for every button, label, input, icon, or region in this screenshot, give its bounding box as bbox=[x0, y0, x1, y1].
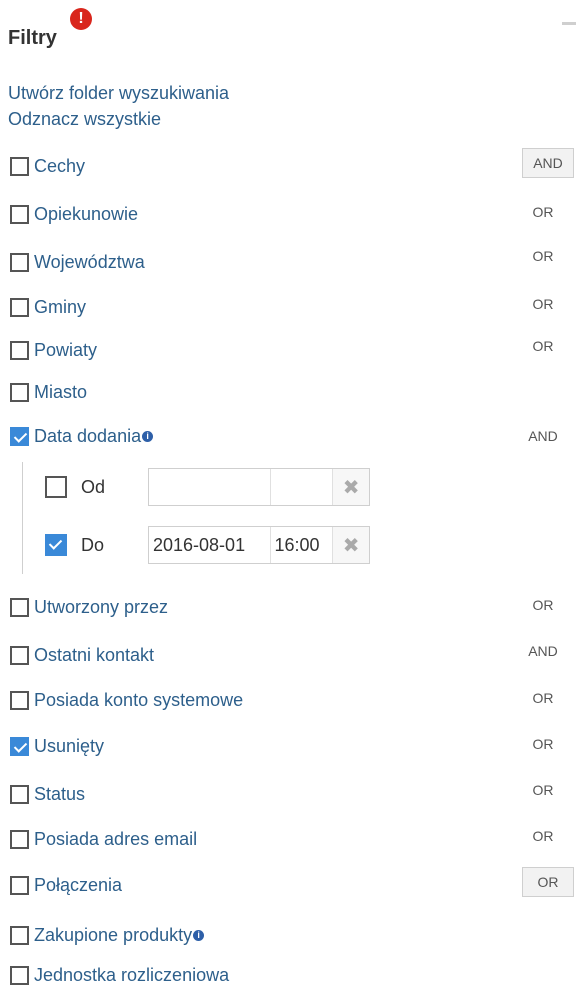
clear-icon[interactable]: ✖ bbox=[333, 469, 369, 505]
checkbox[interactable] bbox=[10, 382, 29, 402]
collapse-icon[interactable] bbox=[562, 22, 576, 25]
checkbox-checked[interactable] bbox=[45, 534, 67, 556]
filter-row-posiada-email[interactable]: Posiada adres email bbox=[10, 824, 197, 854]
checkbox[interactable] bbox=[10, 690, 29, 710]
filter-row-powiaty[interactable]: Powiaty bbox=[10, 335, 97, 365]
checkbox[interactable] bbox=[10, 340, 29, 360]
operator-label[interactable]: AND bbox=[520, 643, 566, 659]
checkbox[interactable] bbox=[10, 156, 29, 176]
filter-row-utworzony-przez[interactable]: Utworzony przez bbox=[10, 592, 168, 622]
time-from-input[interactable] bbox=[271, 469, 334, 505]
filter-label: Jednostka rozliczeniowa bbox=[34, 964, 230, 985]
alert-icon[interactable]: ! bbox=[70, 8, 92, 30]
filter-label: Gminy bbox=[34, 296, 87, 317]
clear-icon[interactable]: ✖ bbox=[333, 527, 369, 563]
filter-row-cechy[interactable]: Cechy bbox=[10, 151, 85, 181]
checkbox[interactable] bbox=[10, 829, 29, 849]
operator-label[interactable]: OR bbox=[520, 597, 566, 613]
checkbox-checked[interactable] bbox=[10, 426, 29, 446]
panel-title: Filtry bbox=[8, 26, 57, 49]
filter-row-ostatni-kontakt[interactable]: Ostatni kontakt bbox=[10, 640, 154, 670]
filter-row-polaczenia[interactable]: Połączenia bbox=[10, 870, 122, 900]
date-to-input[interactable]: 2016-08-01 bbox=[149, 527, 272, 563]
filter-label: Utworzony przez bbox=[34, 596, 169, 617]
checkbox-checked[interactable] bbox=[10, 736, 29, 756]
filter-row-jednostka[interactable]: Jednostka rozliczeniowa bbox=[10, 960, 229, 990]
date-from-input[interactable] bbox=[149, 469, 272, 505]
checkbox[interactable] bbox=[10, 252, 29, 272]
filter-label: Powiaty bbox=[34, 339, 98, 360]
operator-label[interactable]: OR bbox=[520, 690, 566, 706]
date-from-row: Od bbox=[45, 468, 105, 506]
checkbox[interactable] bbox=[10, 297, 29, 317]
checkbox[interactable] bbox=[10, 645, 29, 665]
operator-label[interactable]: OR bbox=[520, 248, 566, 264]
filter-row-posiada-konto[interactable]: Posiada konto systemowe bbox=[10, 685, 243, 715]
filter-label: Status bbox=[34, 783, 86, 804]
panel-header: Filtry bbox=[8, 18, 57, 58]
info-icon[interactable]: i bbox=[193, 929, 205, 941]
uncheck-all-link[interactable]: Odznacz wszystkie bbox=[8, 106, 229, 132]
checkbox[interactable] bbox=[10, 597, 29, 617]
filter-label: Cechy bbox=[34, 155, 86, 176]
filter-row-gminy[interactable]: Gminy bbox=[10, 292, 86, 322]
filter-row-status[interactable]: Status bbox=[10, 779, 85, 809]
info-icon[interactable]: i bbox=[142, 430, 154, 442]
checkbox[interactable] bbox=[45, 476, 67, 498]
filter-row-data-dodania[interactable]: Data dodania i bbox=[10, 421, 154, 451]
date-to-label: Do bbox=[81, 534, 105, 555]
checkbox[interactable] bbox=[10, 875, 29, 895]
filter-row-usuniety[interactable]: Usunięty bbox=[10, 731, 104, 761]
create-search-folder-link[interactable]: Utwórz folder wyszukiwania bbox=[8, 80, 229, 106]
operator-label[interactable]: OR bbox=[520, 338, 566, 354]
filter-label: Posiada adres email bbox=[34, 828, 198, 849]
operator-toggle-button[interactable]: AND bbox=[522, 148, 574, 178]
filter-label: Miasto bbox=[34, 381, 88, 402]
operator-label[interactable]: OR bbox=[520, 296, 566, 312]
operator-label[interactable]: OR bbox=[520, 736, 566, 752]
filter-row-wojewodztwa[interactable]: Województwa bbox=[10, 247, 145, 277]
time-to-input[interactable]: 16:00 bbox=[271, 527, 334, 563]
filter-row-opiekunowie[interactable]: Opiekunowie bbox=[10, 199, 138, 229]
operator-label[interactable]: OR bbox=[520, 204, 566, 220]
filter-label: Zakupione produkty bbox=[34, 924, 193, 945]
filter-label: Połączenia bbox=[34, 874, 123, 895]
date-to-row: Do bbox=[45, 526, 104, 564]
action-links: Utwórz folder wyszukiwania Odznacz wszys… bbox=[8, 80, 229, 132]
filter-row-miasto[interactable]: Miasto bbox=[10, 377, 87, 407]
date-from-field: ✖ bbox=[148, 468, 370, 506]
filter-label: Ostatni kontakt bbox=[34, 644, 155, 665]
filter-label: Województwa bbox=[34, 251, 145, 272]
operator-label[interactable]: AND bbox=[520, 428, 566, 444]
date-from-label: Od bbox=[81, 476, 106, 497]
operator-label[interactable]: OR bbox=[520, 828, 566, 844]
operator-label[interactable]: OR bbox=[520, 782, 566, 798]
date-to-field: 2016-08-01 16:00 ✖ bbox=[148, 526, 370, 564]
filter-label: Data dodania bbox=[34, 425, 142, 446]
filter-label: Posiada konto systemowe bbox=[34, 689, 244, 710]
checkbox[interactable] bbox=[10, 925, 29, 945]
checkbox[interactable] bbox=[10, 784, 29, 804]
date-range-guide bbox=[22, 462, 23, 574]
checkbox[interactable] bbox=[10, 204, 29, 224]
filter-label: Usunięty bbox=[34, 735, 105, 756]
operator-toggle-button[interactable]: OR bbox=[522, 867, 574, 897]
checkbox[interactable] bbox=[10, 965, 29, 985]
filter-row-zakupione-produkty[interactable]: Zakupione produkty i bbox=[10, 920, 205, 950]
filter-label: Opiekunowie bbox=[34, 203, 139, 224]
